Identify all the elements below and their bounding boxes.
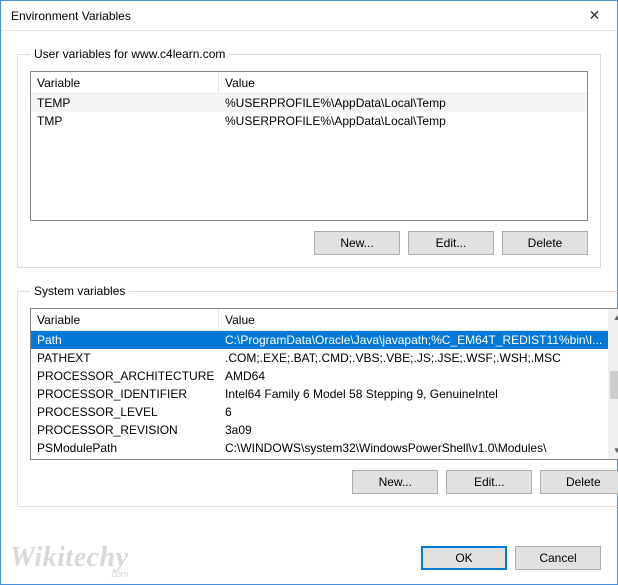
- close-button[interactable]: ✕: [572, 1, 617, 30]
- cell-variable: PSModulePath: [31, 441, 219, 455]
- system-list-body: Path C:\ProgramData\Oracle\Java\javapath…: [31, 331, 608, 457]
- cell-value: %USERPROFILE%\AppData\Local\Temp: [219, 114, 587, 128]
- ok-button[interactable]: OK: [421, 546, 507, 570]
- system-delete-button[interactable]: Delete: [540, 470, 618, 494]
- user-new-button[interactable]: New...: [314, 231, 400, 255]
- cell-value: %USERPROFILE%\AppData\Local\Temp: [219, 96, 587, 110]
- cell-variable: PROCESSOR_LEVEL: [31, 405, 219, 419]
- cell-variable: Path: [31, 333, 219, 347]
- cell-variable: PROCESSOR_REVISION: [31, 423, 219, 437]
- table-row[interactable]: PROCESSOR_IDENTIFIER Intel64 Family 6 Mo…: [31, 385, 608, 403]
- user-buttons: New... Edit... Delete: [30, 231, 588, 255]
- scroll-down-icon[interactable]: ▼: [608, 442, 618, 459]
- table-row[interactable]: PROCESSOR_REVISION 3a09: [31, 421, 608, 439]
- cell-variable: TMP: [31, 114, 219, 128]
- system-new-button[interactable]: New...: [352, 470, 438, 494]
- cell-value: 3a09: [219, 423, 608, 437]
- table-row[interactable]: PROCESSOR_LEVEL 6: [31, 403, 608, 421]
- window-title: Environment Variables: [11, 9, 572, 23]
- table-row[interactable]: PROCESSOR_ARCHITECTURE AMD64: [31, 367, 608, 385]
- cancel-button[interactable]: Cancel: [515, 546, 601, 570]
- cell-value: C:\WINDOWS\system32\WindowsPowerShell\v1…: [219, 441, 608, 455]
- user-col-value[interactable]: Value: [219, 72, 587, 93]
- user-list-header: Variable Value: [31, 72, 587, 94]
- scroll-thumb[interactable]: [610, 371, 618, 399]
- user-delete-button[interactable]: Delete: [502, 231, 588, 255]
- table-row[interactable]: TEMP %USERPROFILE%\AppData\Local\Temp: [31, 94, 587, 112]
- system-buttons: New... Edit... Delete: [30, 470, 618, 494]
- user-list-body: TEMP %USERPROFILE%\AppData\Local\Temp TM…: [31, 94, 587, 130]
- cell-value: C:\ProgramData\Oracle\Java\javapath;%C_E…: [219, 333, 608, 347]
- user-edit-button[interactable]: Edit...: [408, 231, 494, 255]
- user-col-variable[interactable]: Variable: [31, 72, 219, 93]
- cell-value: AMD64: [219, 369, 608, 383]
- cell-variable: PATHEXT: [31, 351, 219, 365]
- cell-value: 6: [219, 405, 608, 419]
- table-row[interactable]: TMP %USERPROFILE%\AppData\Local\Temp: [31, 112, 587, 130]
- system-variables-list[interactable]: Variable Value Path C:\ProgramData\Oracl…: [30, 308, 618, 460]
- scroll-track[interactable]: [608, 326, 618, 442]
- system-edit-button[interactable]: Edit...: [446, 470, 532, 494]
- system-variables-legend: System variables: [30, 284, 129, 298]
- close-icon: ✕: [589, 7, 601, 24]
- user-variables-group: User variables for www.c4learn.com Varia…: [17, 47, 601, 268]
- dialog-content: User variables for www.c4learn.com Varia…: [1, 31, 617, 542]
- system-col-value[interactable]: Value: [219, 309, 608, 330]
- table-row[interactable]: PSModulePath C:\WINDOWS\system32\Windows…: [31, 439, 608, 457]
- scroll-up-icon[interactable]: ▲: [608, 309, 618, 326]
- table-row[interactable]: Path C:\ProgramData\Oracle\Java\javapath…: [31, 331, 608, 349]
- titlebar: Environment Variables ✕: [1, 1, 617, 31]
- system-col-variable[interactable]: Variable: [31, 309, 219, 330]
- system-variables-group: System variables Variable Value Path C:\…: [17, 284, 618, 507]
- cell-variable: TEMP: [31, 96, 219, 110]
- cell-variable: PROCESSOR_IDENTIFIER: [31, 387, 219, 401]
- dialog-footer: OK Cancel: [1, 542, 617, 584]
- system-list-header: Variable Value: [31, 309, 608, 331]
- user-variables-legend: User variables for www.c4learn.com: [30, 47, 229, 61]
- system-scrollbar[interactable]: ▲ ▼: [608, 309, 618, 459]
- env-vars-dialog: Environment Variables ✕ User variables f…: [0, 0, 618, 585]
- table-row[interactable]: PATHEXT .COM;.EXE;.BAT;.CMD;.VBS;.VBE;.J…: [31, 349, 608, 367]
- cell-variable: PROCESSOR_ARCHITECTURE: [31, 369, 219, 383]
- user-variables-list[interactable]: Variable Value TEMP %USERPROFILE%\AppDat…: [30, 71, 588, 221]
- cell-value: Intel64 Family 6 Model 58 Stepping 9, Ge…: [219, 387, 608, 401]
- cell-value: .COM;.EXE;.BAT;.CMD;.VBS;.VBE;.JS;.JSE;.…: [219, 351, 608, 365]
